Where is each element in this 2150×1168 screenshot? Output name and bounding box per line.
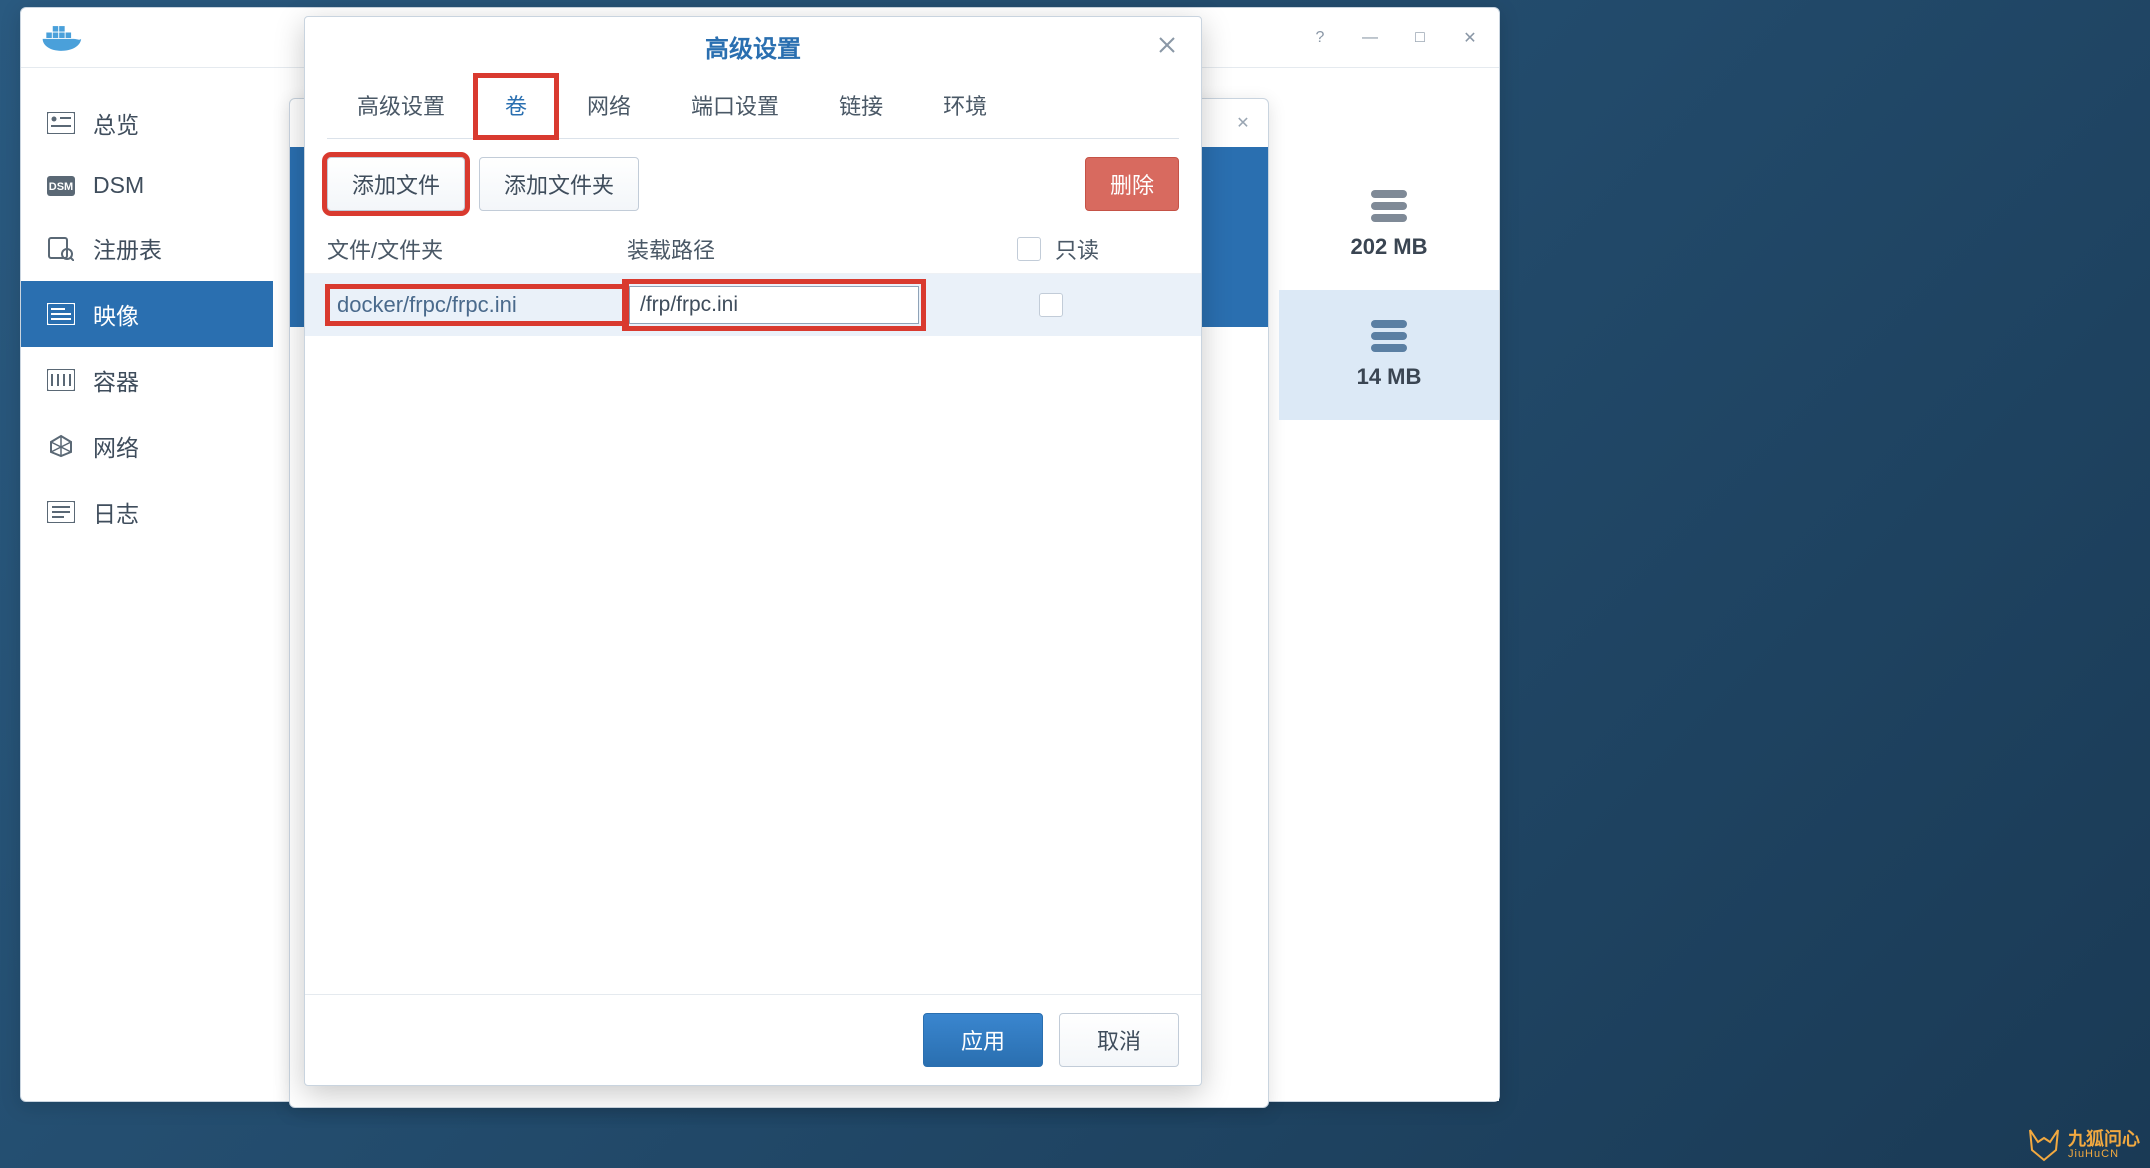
- sidebar-item-label: 总览: [93, 106, 139, 140]
- col-header-mount: 装载路径: [627, 233, 987, 265]
- volume-row[interactable]: docker/frpc/frpc.ini: [305, 274, 1201, 336]
- sidebar-item-image[interactable]: 映像: [21, 281, 273, 347]
- col-header-readonly: 只读: [987, 233, 1179, 265]
- fox-icon: [2026, 1128, 2062, 1162]
- action-row: 添加文件 添加文件夹 删除: [305, 139, 1201, 223]
- modal-title: 高级设置: [305, 17, 1201, 75]
- readonly-header-label: 只读: [1055, 233, 1099, 265]
- inner-close-icon[interactable]: ✕: [1232, 112, 1254, 134]
- svg-text:DSM: DSM: [49, 181, 73, 193]
- sidebar-item-registry[interactable]: 注册表: [21, 215, 273, 281]
- tab-network[interactable]: 网络: [557, 75, 661, 138]
- close-icon[interactable]: ✕: [1459, 27, 1481, 49]
- file-path-cell[interactable]: docker/frpc/frpc.ini: [327, 286, 627, 324]
- sidebar-item-label: 映像: [93, 297, 139, 331]
- watermark-brand: 九狐问心: [2068, 1130, 2140, 1148]
- log-icon: [47, 500, 75, 524]
- disk-size-label: 14 MB: [1357, 364, 1422, 390]
- disk-panel: 202 MB 14 MB: [1279, 160, 1499, 440]
- advanced-settings-modal: 高级设置 高级设置 卷 网络 端口设置 链接 环境 添加文件 添加文件夹 删除 …: [304, 16, 1202, 1086]
- help-icon[interactable]: ?: [1309, 27, 1331, 49]
- readonly-header-checkbox[interactable]: [1017, 237, 1041, 261]
- sidebar-item-container[interactable]: 容器: [21, 347, 273, 413]
- tabs: 高级设置 卷 网络 端口设置 链接 环境: [327, 75, 1179, 139]
- dsm-icon: DSM: [47, 174, 75, 198]
- tab-port[interactable]: 端口设置: [661, 75, 809, 138]
- disk-row[interactable]: 14 MB: [1279, 290, 1499, 420]
- tab-volume[interactable]: 卷: [475, 75, 557, 138]
- watermark: 九狐问心 JiuHuCN: [2026, 1128, 2140, 1162]
- watermark-sub: JiuHuCN: [2068, 1148, 2119, 1160]
- add-folder-button[interactable]: 添加文件夹: [479, 157, 639, 211]
- modal-footer: 应用 取消: [305, 994, 1201, 1085]
- sidebar-item-network[interactable]: 网络: [21, 413, 273, 479]
- add-file-button[interactable]: 添加文件: [327, 157, 465, 211]
- modal-title-text: 高级设置: [705, 29, 801, 64]
- column-headers: 文件/文件夹 装载路径 只读: [305, 223, 1201, 274]
- minimize-icon[interactable]: —: [1359, 27, 1381, 49]
- sidebar-item-label: 容器: [93, 363, 139, 397]
- sidebar-item-label: 日志: [93, 495, 139, 529]
- disk-row[interactable]: 202 MB: [1279, 160, 1499, 290]
- window-controls: ? — □ ✕: [1309, 27, 1481, 49]
- titlebar-left: [39, 22, 83, 54]
- disk-size-label: 202 MB: [1350, 234, 1427, 260]
- readonly-checkbox[interactable]: [1039, 293, 1063, 317]
- disk-stack-icon: [1371, 320, 1407, 352]
- network-icon: [47, 434, 75, 458]
- sidebar-item-label: 注册表: [93, 231, 162, 265]
- registry-icon: [47, 236, 75, 260]
- container-icon: [47, 368, 75, 392]
- cancel-button[interactable]: 取消: [1059, 1013, 1179, 1067]
- overview-icon: [47, 111, 75, 135]
- image-icon: [47, 302, 75, 326]
- apply-button[interactable]: 应用: [923, 1013, 1043, 1067]
- mount-cell: [627, 284, 987, 326]
- sidebar-item-label: 网络: [93, 429, 139, 463]
- col-header-file: 文件/文件夹: [327, 233, 627, 265]
- maximize-icon[interactable]: □: [1409, 27, 1431, 49]
- sidebar-item-overview[interactable]: 总览: [21, 90, 273, 156]
- desktop: ? — □ ✕ 总览 DSM DSM: [0, 0, 2150, 1168]
- tab-advanced[interactable]: 高级设置: [327, 75, 475, 138]
- disk-stack-icon: [1371, 190, 1407, 222]
- sidebar-item-log[interactable]: 日志: [21, 479, 273, 545]
- docker-whale-icon: [39, 22, 83, 54]
- sidebar-item-label: DSM: [93, 172, 144, 199]
- mount-path-input[interactable]: [629, 286, 919, 324]
- readonly-cell: [987, 293, 1179, 317]
- modal-close-icon[interactable]: [1151, 29, 1183, 61]
- tab-link[interactable]: 链接: [809, 75, 913, 138]
- delete-button[interactable]: 删除: [1085, 157, 1179, 211]
- mount-path-highlight: [627, 284, 921, 326]
- sidebar: 总览 DSM DSM 注册表: [21, 68, 273, 1101]
- tab-env[interactable]: 环境: [913, 75, 1017, 138]
- sidebar-item-dsm[interactable]: DSM DSM: [21, 156, 273, 215]
